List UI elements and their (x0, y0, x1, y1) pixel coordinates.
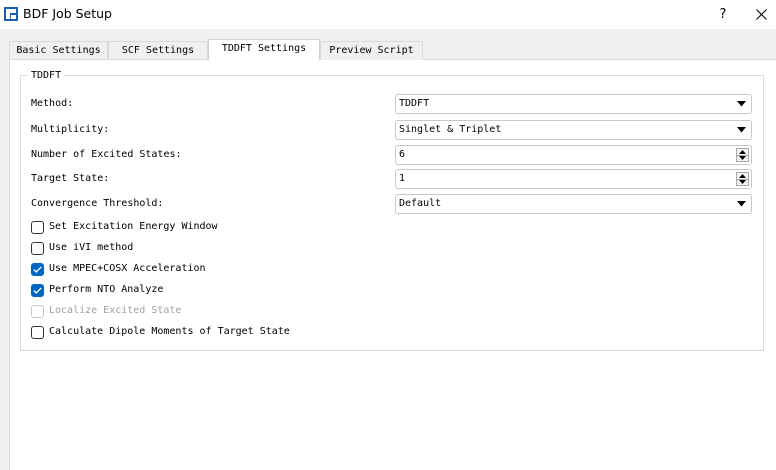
dipole-moments-option[interactable]: Calculate Dipole Moments of Target State (31, 325, 290, 339)
caret-up-icon (739, 174, 746, 178)
bdf-job-setup-dialog: BDF Job Setup ? Basic Settings SCF Setti… (0, 0, 776, 470)
set-excitation-window-label: Set Excitation Energy Window (49, 221, 218, 232)
window-title: BDF Job Setup (23, 6, 112, 21)
localize-excited-state-label: Localize Excited State (49, 305, 182, 316)
convergence-value: Default (399, 198, 442, 209)
bdf-app-icon (4, 7, 18, 21)
target-state-spinbox[interactable]: 1 (395, 169, 752, 189)
excited-states-spinbox[interactable]: 6 (395, 145, 752, 165)
perform-nto-analyze-checkbox[interactable] (31, 283, 44, 297)
chevron-down-icon (737, 201, 746, 207)
use-ivi-method-checkbox[interactable] (31, 241, 44, 255)
perform-nto-analyze-option[interactable]: Perform NTO Analyze (31, 283, 163, 297)
spin-down-button[interactable] (737, 179, 748, 185)
use-ivi-method-label: Use iVI method (49, 242, 134, 253)
title-bar: BDF Job Setup ? (0, 0, 776, 29)
perform-nto-analyze-label: Perform NTO Analyze (49, 284, 164, 295)
convergence-combobox[interactable]: Default (395, 194, 752, 214)
dipole-moments-checkbox[interactable] (31, 325, 44, 339)
caret-down-icon (739, 156, 746, 160)
tab-scf-settings[interactable]: SCF Settings (108, 41, 208, 60)
dipole-moments-label: Calculate Dipole Moments of Target State (49, 326, 290, 337)
use-mpec-cosx-label: Use MPEC+COSX Acceleration (49, 263, 206, 274)
caret-down-icon (739, 180, 746, 184)
excited-states-label: Number of Excited States: (31, 149, 182, 160)
chevron-down-icon (737, 101, 746, 107)
target-state-value: 1 (399, 173, 406, 184)
localize-excited-state-option: Localize Excited State (31, 304, 181, 318)
set-excitation-window-option[interactable]: Set Excitation Energy Window (31, 220, 218, 234)
help-button[interactable]: ? (706, 0, 740, 29)
multiplicity-value: Singlet & Triplet (399, 124, 502, 135)
set-excitation-window-checkbox[interactable] (31, 220, 44, 234)
convergence-label: Convergence Threshold: (31, 198, 164, 209)
chevron-down-icon (737, 127, 746, 133)
caret-up-icon (739, 150, 746, 154)
use-ivi-method-option[interactable]: Use iVI method (31, 241, 133, 255)
tab-tddft-settings[interactable]: TDDFT Settings (208, 39, 320, 60)
close-button[interactable] (746, 0, 776, 29)
use-mpec-cosx-checkbox[interactable] (31, 262, 44, 276)
close-icon (755, 9, 767, 20)
excited-states-stepper (736, 148, 749, 162)
checkmark-icon (33, 265, 42, 273)
multiplicity-label: Multiplicity: (31, 124, 110, 135)
tab-preview-script[interactable]: Preview Script (320, 41, 423, 60)
use-mpec-cosx-option[interactable]: Use MPEC+COSX Acceleration (31, 262, 206, 276)
multiplicity-combobox[interactable]: Singlet & Triplet (395, 120, 752, 140)
method-value: TDDFT (399, 98, 430, 109)
target-state-stepper (736, 172, 749, 186)
spin-down-button[interactable] (737, 155, 748, 161)
method-combobox[interactable]: TDDFT (395, 94, 752, 114)
checkmark-icon (33, 286, 42, 294)
method-label: Method: (31, 98, 74, 109)
tddft-group-title: TDDFT (28, 70, 65, 82)
target-state-label: Target State: (31, 173, 110, 184)
excited-states-value: 6 (399, 149, 406, 160)
tab-basic-settings[interactable]: Basic Settings (9, 41, 108, 60)
localize-excited-state-checkbox (31, 304, 44, 318)
